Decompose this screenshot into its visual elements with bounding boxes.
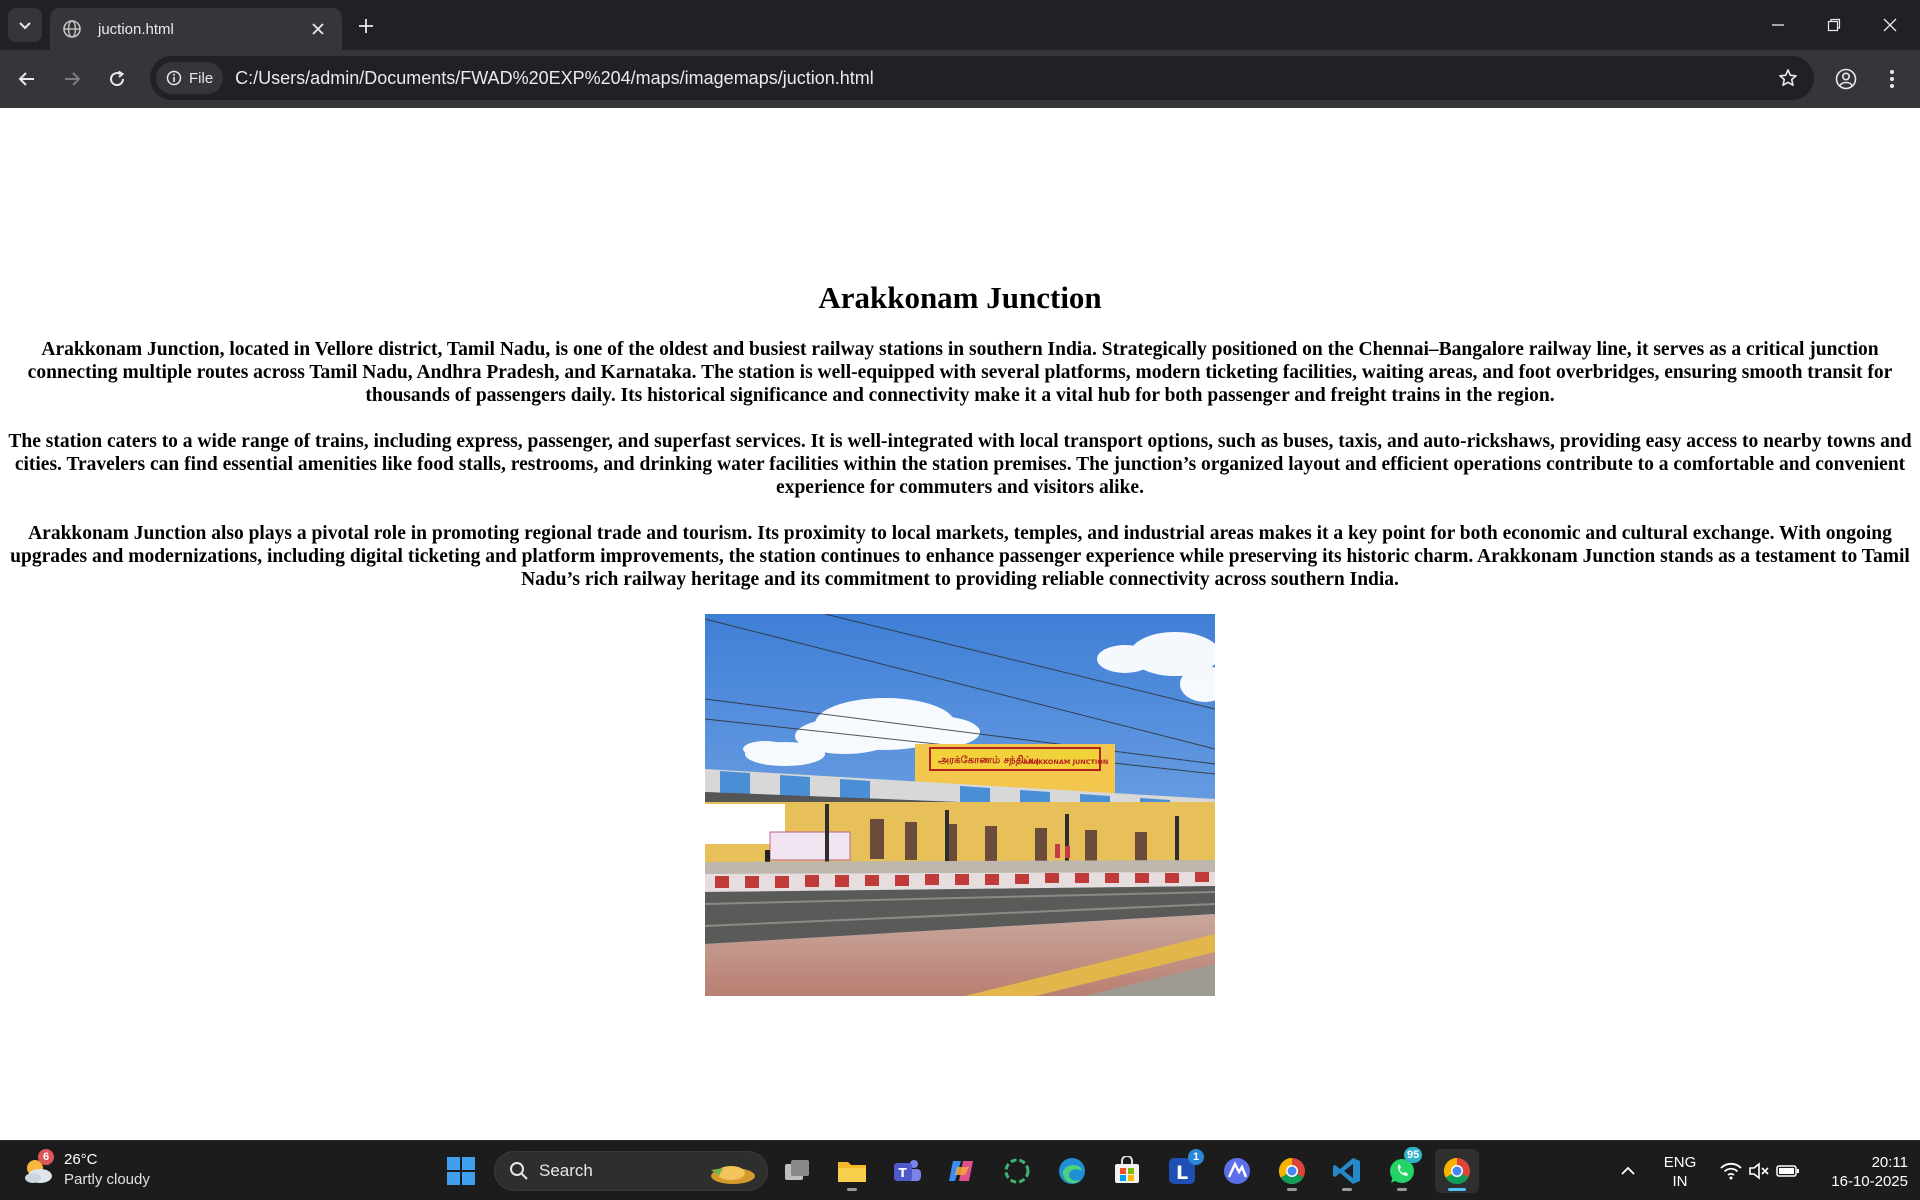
volume-muted-icon [1749,1162,1769,1180]
site-info-label: File [189,69,214,87]
weather-condition: Partly cloudy [64,1171,150,1188]
sync-icon [1004,1158,1030,1184]
running-indicator [1342,1188,1352,1191]
clock-time: 20:11 [1871,1154,1908,1171]
forward-icon [65,72,81,86]
app-delta-icon [1224,1158,1250,1184]
file-explorer-button[interactable] [830,1149,874,1193]
page-content: Arakkonam Junction Arakkonam Junction, l… [0,108,1920,1140]
back-button[interactable] [9,61,45,97]
edge-icon [1059,1158,1085,1184]
vscode-button[interactable] [1325,1149,1369,1193]
taskbar-search[interactable]: Search [494,1151,768,1191]
edge-button[interactable] [1050,1149,1094,1193]
store-icon [1115,1156,1139,1183]
window-close-button[interactable] [1862,0,1918,50]
close-icon [312,23,324,35]
clock[interactable]: 20:11 16-10-2025 [1800,1153,1916,1191]
file-explorer-icon [838,1162,866,1182]
search-highlight-icon [711,1166,755,1184]
active-indicator [1448,1188,1466,1191]
minimize-icon [1772,24,1784,26]
windows-taskbar: 6 26°C Partly cloudy Search T L 1 95 ENG… [0,1140,1920,1200]
sync-app-button[interactable] [995,1149,1039,1193]
running-indicator [1287,1188,1297,1191]
new-tab-icon [359,19,373,33]
weather-temp: 26°C [64,1151,98,1168]
browser-menu-button[interactable] [1874,61,1910,97]
search-icon [510,1162,528,1180]
reload-icon [110,70,125,87]
browser-toolbar: File C:/Users/admin/Documents/FWAD%20EXP… [0,50,1920,108]
chrome-active-button[interactable] [1435,1149,1479,1193]
new-tab-button[interactable] [352,12,380,40]
app-delta-button[interactable] [1215,1149,1259,1193]
quick-settings-button[interactable] [1710,1149,1810,1193]
restore-icon [1827,18,1841,32]
vscode-icon [1333,1158,1360,1184]
weather-widget[interactable]: 6 26°C Partly cloudy [20,1149,170,1193]
restore-button[interactable] [1806,0,1862,50]
task-view-button[interactable] [775,1149,819,1193]
tab-search-icon [19,22,31,30]
language-top: ENG [1663,1154,1697,1171]
profile-icon [1835,68,1857,90]
info-icon [166,70,182,86]
teams-button[interactable]: T [885,1149,929,1193]
task-view-icon [785,1160,809,1180]
paragraph-overview: Arakkonam Junction, located in Vellore d… [27,339,1893,406]
paragraph-trade-tourism: Arakkonam Junction also plays a pivotal … [10,523,1910,590]
battery-icon [1776,1165,1799,1177]
language-bottom: IN [1672,1173,1688,1190]
minimize-button[interactable] [1750,0,1806,50]
chevron-up-icon [1621,1166,1635,1175]
chrome-icon [1278,1157,1305,1185]
bookmark-button[interactable] [1768,58,1808,98]
station-photo[interactable]: அரக்கோணம் சந்திப்பு ARAKKONAM JUNCTION [705,614,1215,996]
url-text[interactable]: C:/Users/admin/Documents/FWAD%20EXP%204/… [235,68,1768,89]
browser-tab[interactable]: juction.html [50,8,342,50]
app-l-badge: 1 [1188,1149,1204,1165]
copilot-button[interactable] [940,1149,984,1193]
tab-search-button[interactable] [8,8,42,42]
back-icon [18,72,34,86]
svg-text:L: L [1176,1162,1188,1184]
window-close-icon [1883,18,1897,32]
language-indicator[interactable]: ENG IN [1656,1153,1704,1191]
windows-start-icon [447,1157,475,1185]
start-button[interactable] [439,1149,483,1193]
address-bar[interactable]: File C:/Users/admin/Documents/FWAD%20EXP… [150,56,1814,100]
running-indicator [847,1188,857,1191]
reload-button[interactable] [99,61,135,97]
copilot-icon [949,1161,973,1181]
forward-button[interactable] [54,61,90,97]
app-l-button[interactable]: L 1 [1160,1149,1204,1193]
star-icon [1779,69,1797,86]
profile-button[interactable] [1828,61,1864,97]
show-hidden-icons-button[interactable] [1610,1149,1646,1193]
clock-date: 16-10-2025 [1831,1173,1908,1190]
search-label: Search [539,1161,593,1180]
chrome-icon [1443,1157,1470,1185]
menu-icon [1890,70,1894,88]
whatsapp-badge: 95 [1404,1147,1423,1163]
store-button[interactable] [1105,1149,1149,1193]
svg-text:T: T [899,1166,908,1180]
running-indicator [1397,1188,1407,1191]
station-sign-english: ARAKKONAM JUNCTION [1023,758,1108,766]
tab-close-button[interactable] [306,17,330,41]
teams-icon: T [894,1160,921,1181]
paragraph-services: The station caters to a wide range of tr… [8,431,1912,498]
browser-titlebar: juction.html [0,0,1920,50]
site-info-chip[interactable]: File [156,62,224,94]
wifi-icon [1720,1162,1742,1180]
chrome-button[interactable] [1270,1149,1314,1193]
tab-title: juction.html [98,20,174,38]
whatsapp-button[interactable]: 95 [1380,1147,1424,1193]
globe-icon [63,20,81,38]
weather-badge: 6 [38,1149,54,1165]
page-heading: Arakkonam Junction [818,280,1102,315]
